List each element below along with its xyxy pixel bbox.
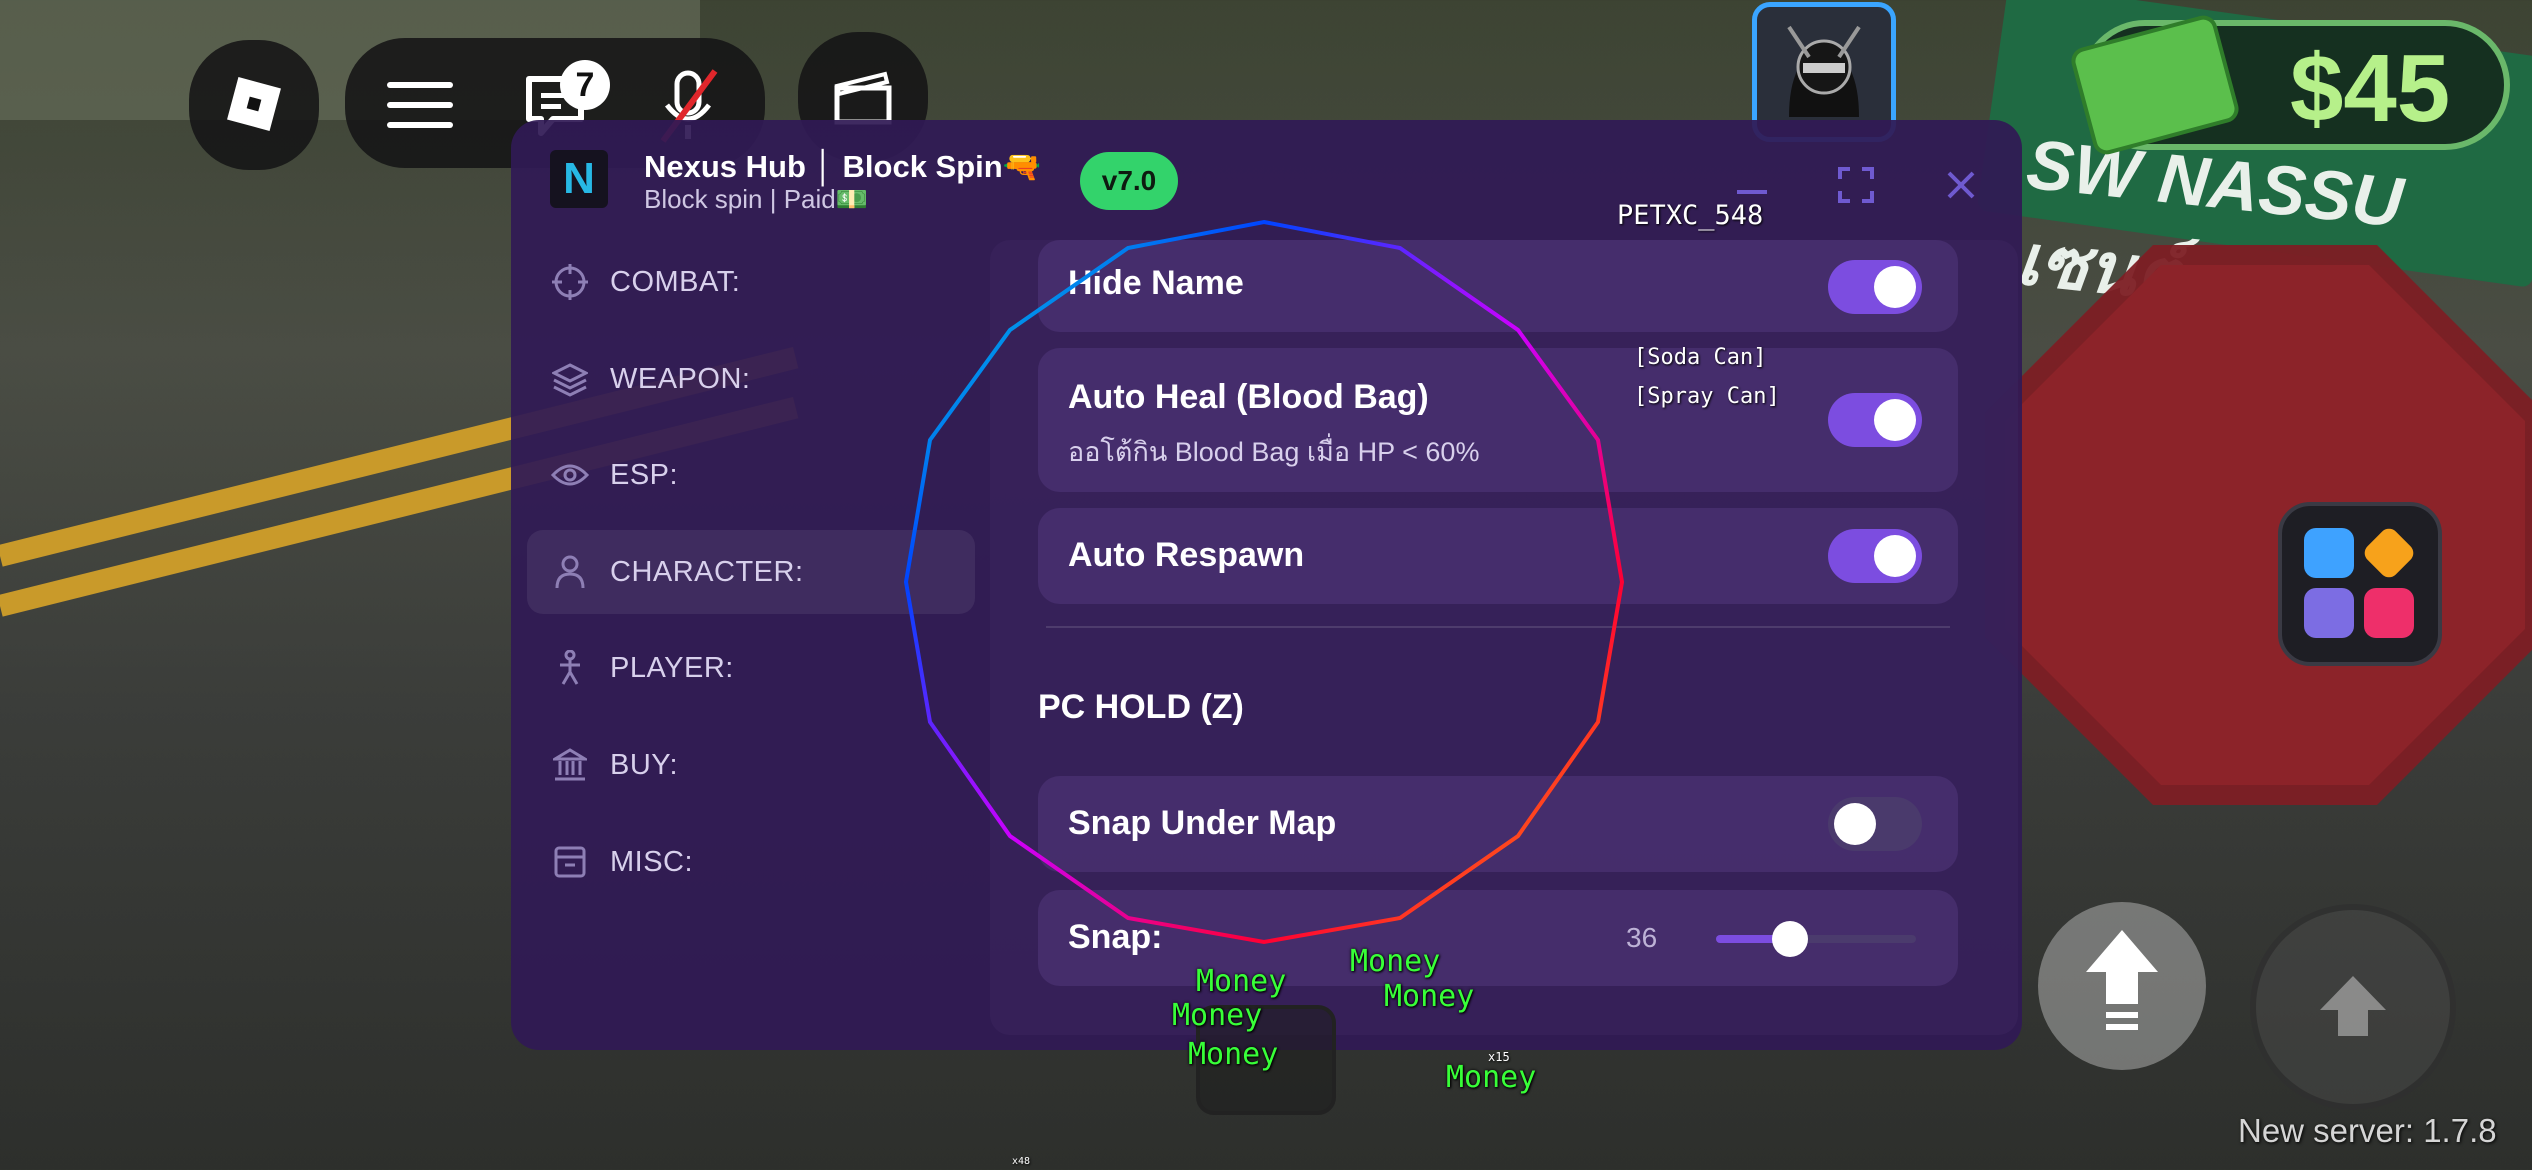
arrow-up-icon	[2086, 930, 2158, 1030]
hotbar-count: x48	[1012, 1156, 1031, 1167]
esp-money-label: Money	[1196, 964, 1287, 999]
app-tile	[2360, 524, 2418, 582]
esp-money-label: Money	[1172, 998, 1263, 1033]
app-launcher[interactable]	[2278, 502, 2442, 666]
server-version-text: New server: 1.7.8	[2238, 1112, 2497, 1149]
arrow-up-icon	[2320, 976, 2386, 1036]
esp-item-label: [Spray Can]	[1634, 384, 1780, 409]
esp-money-label: Money	[1446, 1060, 1537, 1095]
app-tile	[2364, 588, 2414, 638]
esp-item-label: [Soda Can]	[1634, 345, 1767, 370]
esp-player-name: PETXC_548	[1617, 200, 1764, 231]
esp-money-label: Money	[1188, 1037, 1279, 1072]
app-tile	[2304, 528, 2354, 578]
action-button[interactable]	[2250, 904, 2456, 1110]
esp-money-label: Money	[1384, 979, 1475, 1014]
esp-money-label: Money	[1350, 944, 1441, 979]
jump-button[interactable]	[2038, 902, 2206, 1070]
app-tile	[2304, 588, 2354, 638]
